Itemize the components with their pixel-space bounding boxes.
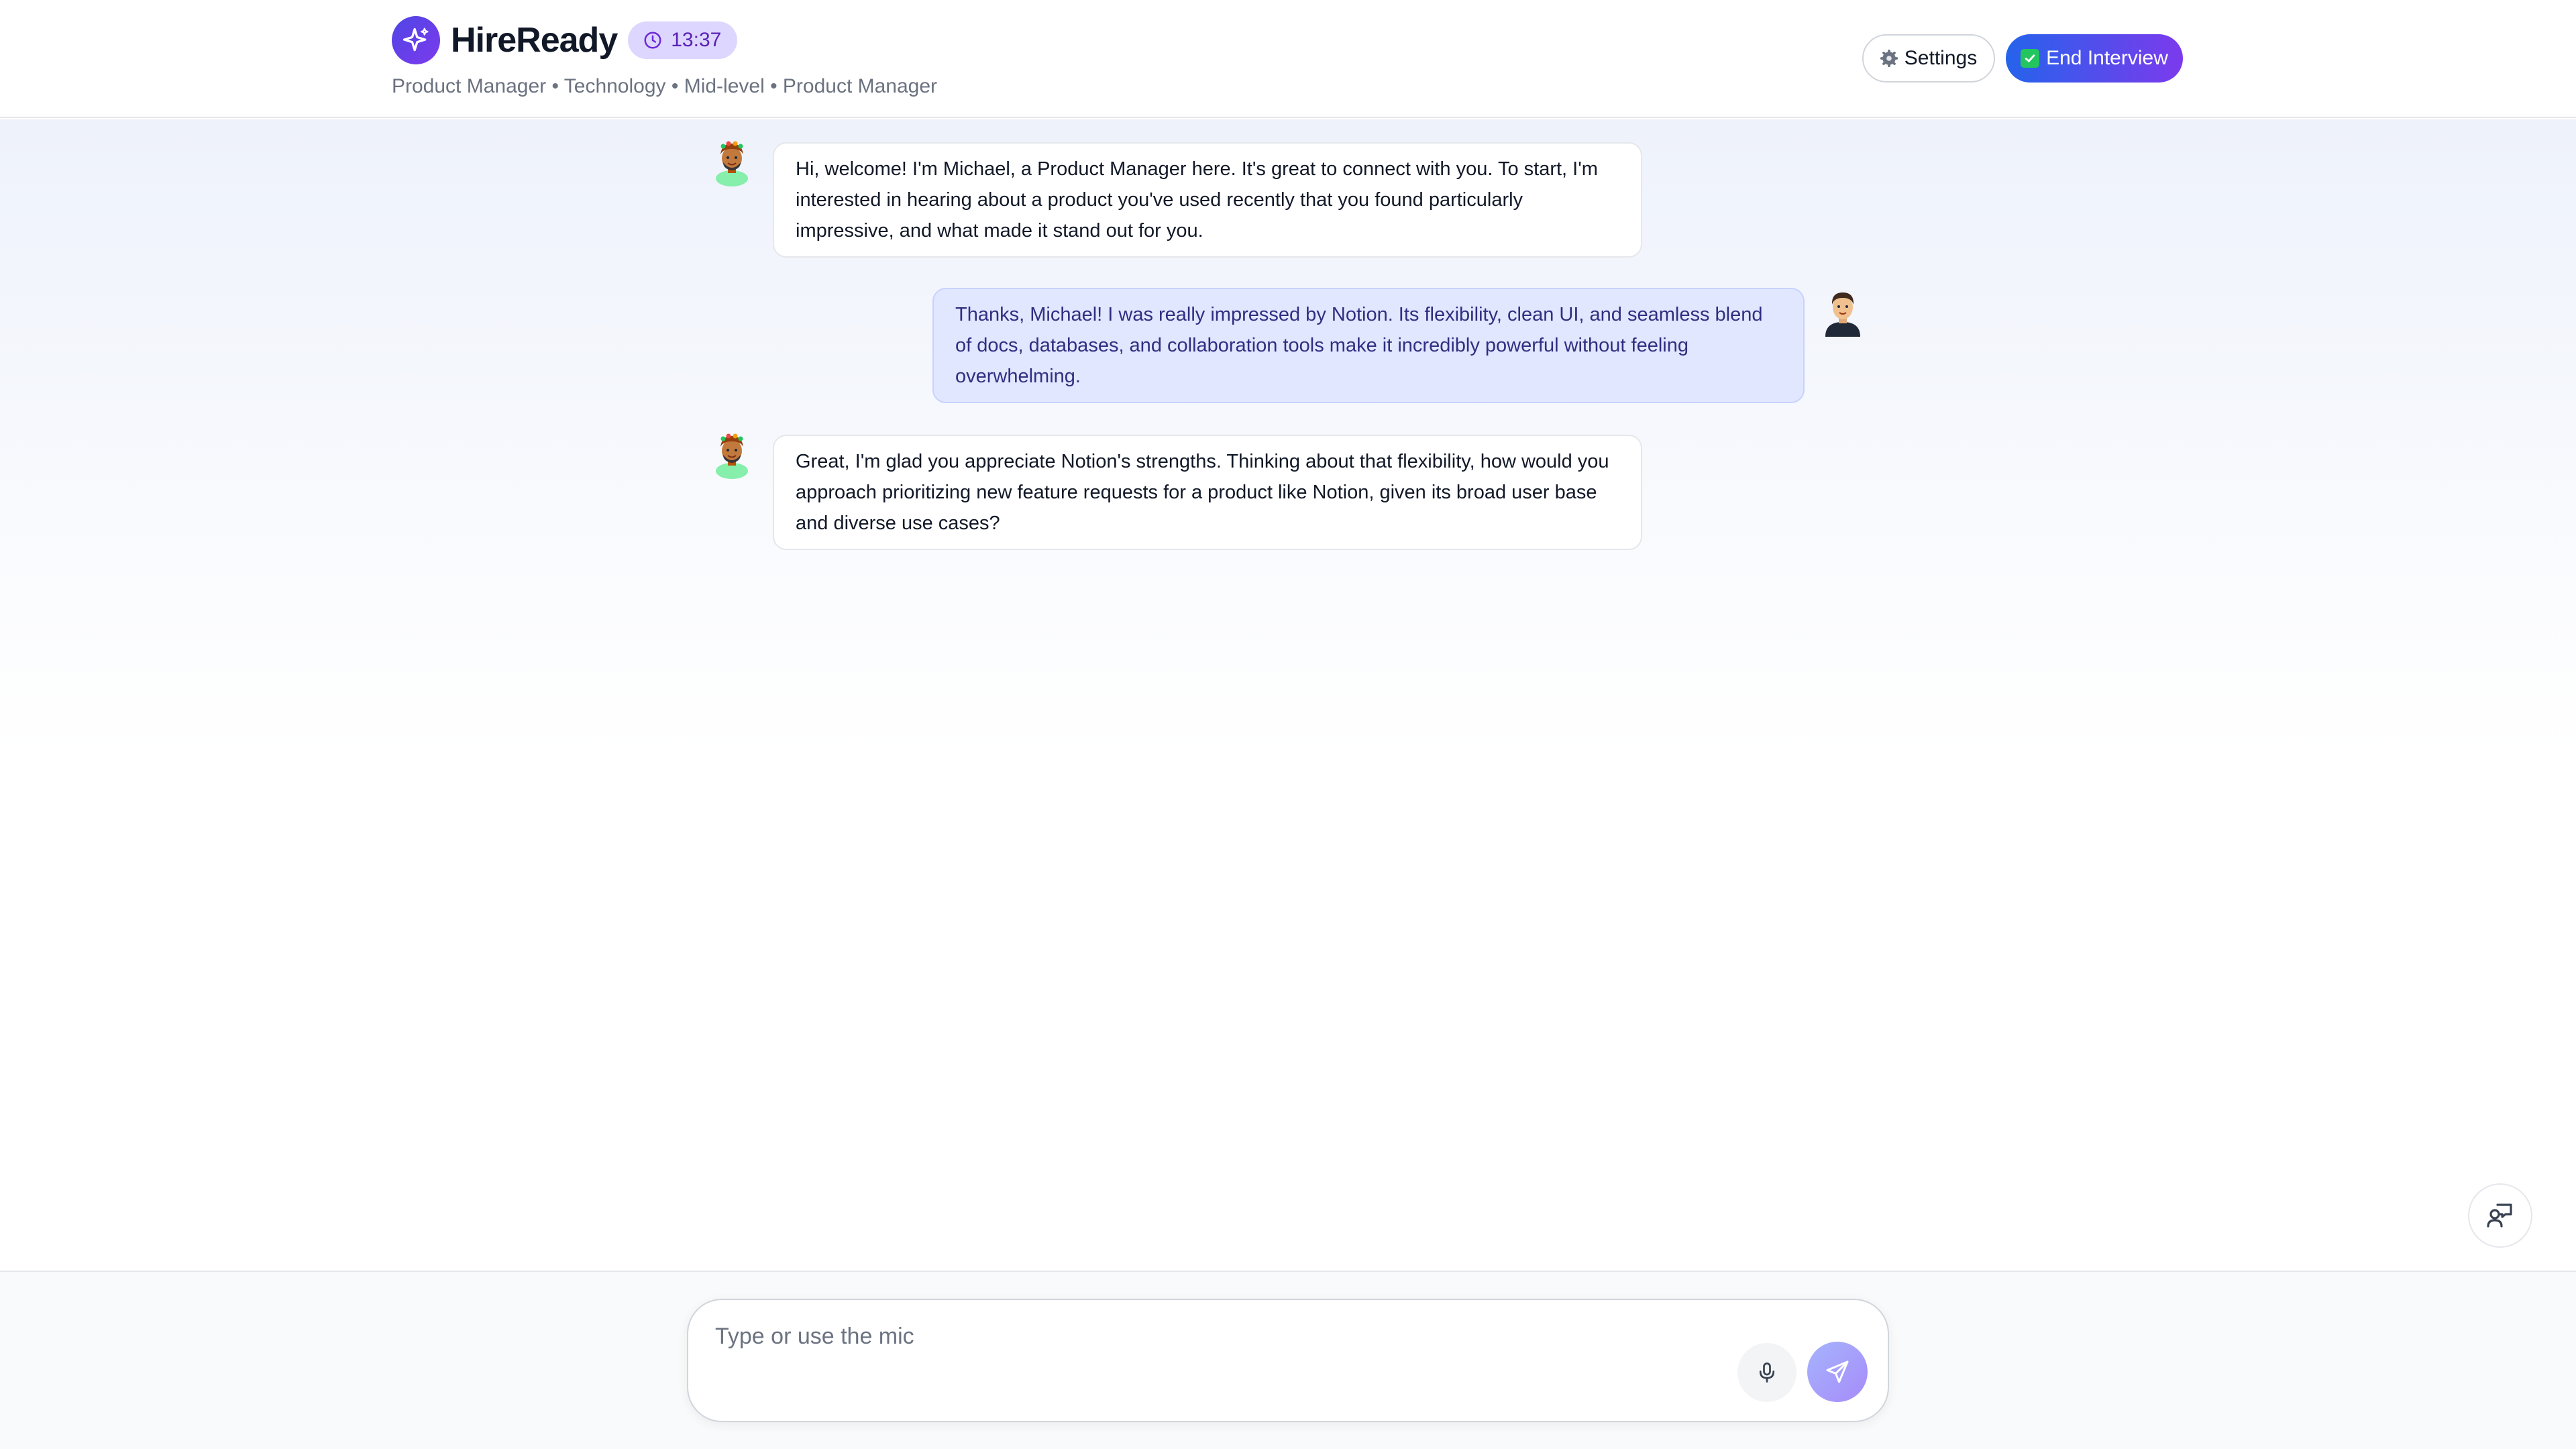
brand: HireReady 13:37 — [392, 15, 738, 66]
settings-label: Settings — [1904, 47, 1978, 69]
timer-value: 13:37 — [671, 29, 722, 51]
interview-timer: 13:37 — [628, 21, 738, 59]
microphone-button[interactable] — [1737, 1343, 1796, 1402]
candidate-message: Thanks, Michael! I was really impressed … — [932, 288, 1805, 403]
interviewer-avatar — [711, 431, 753, 479]
clock-icon — [644, 32, 661, 49]
end-interview-button[interactable]: End Interview — [2006, 34, 2183, 83]
user-avatar — [1822, 288, 1864, 337]
interview-subtitle: Product Manager • Technology • Mid-level… — [392, 75, 938, 97]
send-button[interactable] — [1807, 1342, 1868, 1402]
interviewer-avatar — [711, 138, 753, 186]
user-chat-icon — [2487, 1203, 2512, 1228]
check-icon — [2021, 49, 2040, 68]
sparkle-icon[interactable] — [392, 16, 440, 64]
message-composer — [687, 1299, 1889, 1422]
message-input[interactable] — [715, 1316, 1721, 1356]
interviewer-message: Hi, welcome! I'm Michael, a Product Mana… — [773, 142, 1642, 258]
send-icon — [1826, 1360, 1849, 1383]
feedback-button[interactable] — [2468, 1183, 2532, 1248]
app-root: HireReady 13:37 Product Manager • Techno… — [0, 0, 2576, 1449]
settings-button[interactable]: Settings — [1862, 34, 1995, 83]
microphone-icon — [1759, 1362, 1775, 1383]
brand-name: HireReady — [451, 21, 618, 60]
top-header: HireReady 13:37 Product Manager • Techno… — [0, 0, 2576, 118]
interviewer-message: Great, I'm glad you appreciate Notion's … — [773, 435, 1642, 550]
chat-area[interactable]: Hi, welcome! I'm Michael, a Product Mana… — [0, 119, 2576, 1271]
end-interview-label: End Interview — [2046, 47, 2168, 69]
gear-icon — [1880, 50, 1898, 67]
